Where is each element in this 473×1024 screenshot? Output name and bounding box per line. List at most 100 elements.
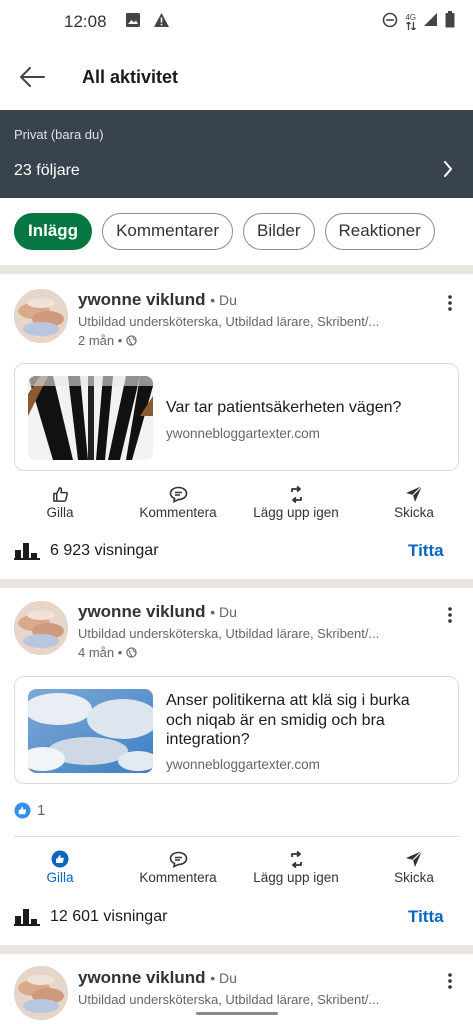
author-name[interactable]: ywonne viklund (78, 290, 206, 309)
back-button[interactable] (0, 44, 64, 110)
article-thumbnail (28, 376, 153, 460)
filter-comments[interactable]: Kommentarer (102, 212, 234, 250)
followers-banner[interactable]: Privat (bara du) 23 följare (0, 110, 473, 198)
comment-icon (169, 483, 188, 505)
author-headline: Utbildad undersköterska, Utbildad lärare… (78, 626, 380, 641)
section-divider (0, 579, 473, 588)
article-link-card[interactable]: Anser politikerna att klä sig i burka oc… (14, 676, 459, 784)
network-type-label: 4G (405, 13, 416, 22)
analytics-icon (14, 909, 40, 926)
gallery-notification-icon (125, 12, 141, 33)
reaction-count: 1 (37, 802, 46, 819)
post-action-bar: Gilla Kommentera Lägg upp igen Skicka (0, 479, 473, 531)
send-label: Skicka (394, 505, 434, 520)
post-meta: 2 mån • (78, 333, 137, 348)
post-card: ywonne viklund • Du Utbildad undersköter… (0, 588, 473, 945)
author-name[interactable]: ywonne viklund (78, 968, 206, 987)
analytics-icon (14, 543, 40, 560)
connection-degree: • Du (210, 970, 237, 986)
post-card: ywonne viklund • Du Utbildad undersköter… (0, 274, 473, 579)
more-options-button[interactable] (440, 603, 460, 627)
section-divider (0, 945, 473, 954)
like-reaction-icon (14, 802, 31, 819)
like-button[interactable]: Gilla (38, 844, 82, 896)
more-vertical-icon (448, 295, 452, 311)
repost-icon (288, 483, 305, 505)
comment-button[interactable]: Kommentera (131, 844, 225, 896)
comment-icon (169, 848, 188, 870)
like-label: Gilla (46, 870, 74, 885)
avatar[interactable] (14, 601, 68, 655)
repost-label: Lägg upp igen (253, 505, 339, 520)
repost-icon (288, 848, 305, 870)
article-thumbnail (28, 689, 153, 773)
view-analytics-link[interactable]: Titta (408, 907, 444, 927)
send-label: Skicka (394, 870, 434, 885)
repost-button[interactable]: Lägg upp igen (250, 844, 342, 896)
send-icon (405, 483, 423, 505)
warning-icon (153, 12, 170, 33)
post-views: 6 923 visningar (14, 541, 159, 560)
globe-icon (126, 335, 137, 346)
views-count: 12 601 visningar (50, 907, 168, 925)
battery-icon (445, 11, 455, 33)
author-headline: Utbildad undersköterska, Utbildad lärare… (78, 992, 380, 1007)
status-time: 12:08 (64, 12, 107, 31)
section-divider (0, 265, 473, 274)
repost-label: Lägg upp igen (253, 870, 339, 885)
author-line: ywonne viklund • Du (78, 602, 237, 622)
status-bar: 12:08 4G (0, 0, 473, 44)
repost-button[interactable]: Lägg upp igen (250, 479, 342, 531)
comment-label: Kommentera (139, 505, 217, 520)
post-time: 4 mån • (78, 645, 123, 660)
post-action-bar: Gilla Kommentera Lägg upp igen Skicka (0, 844, 473, 896)
back-arrow-icon (20, 67, 45, 87)
post-time: 2 mån • (78, 333, 123, 348)
views-count: 6 923 visningar (50, 541, 159, 559)
page-title: All aktivitet (82, 66, 179, 87)
globe-icon (126, 647, 137, 658)
thumbs-up-filled-icon (51, 848, 69, 870)
author-headline: Utbildad undersköterska, Utbildad lärare… (78, 314, 380, 329)
like-label: Gilla (46, 505, 74, 520)
send-icon (405, 848, 423, 870)
app-header: All aktivitet (0, 44, 473, 110)
send-button[interactable]: Skicka (386, 844, 442, 896)
article-domain: ywonnebloggartexter.com (166, 757, 320, 772)
post-meta: 4 mån • (78, 645, 137, 660)
comment-label: Kommentera (139, 870, 217, 885)
comment-button[interactable]: Kommentera (131, 479, 225, 531)
post-views: 12 601 visningar (14, 907, 167, 926)
more-options-button[interactable] (440, 969, 460, 993)
more-vertical-icon (448, 607, 452, 623)
home-indicator[interactable] (196, 1012, 278, 1015)
more-options-button[interactable] (440, 291, 460, 315)
divider-line (14, 836, 459, 837)
mobile-data-icon: 4G (405, 14, 416, 30)
author-line: ywonne viklund • Du (78, 968, 237, 988)
privacy-note: Privat (bara du) (14, 127, 104, 142)
more-vertical-icon (448, 973, 452, 989)
chevron-right-icon (443, 161, 453, 182)
avatar[interactable] (14, 966, 68, 1020)
filter-tabs: Inlägg Kommentarer Bilder Reaktioner (0, 198, 473, 264)
author-line: ywonne viklund • Du (78, 290, 237, 310)
author-name[interactable]: ywonne viklund (78, 602, 206, 621)
filter-reactions[interactable]: Reaktioner (324, 212, 435, 250)
article-title: Anser politikerna att klä sig i burka oc… (166, 692, 410, 748)
do-not-disturb-icon (382, 12, 398, 33)
followers-count: 23 följare (14, 162, 80, 179)
view-analytics-link[interactable]: Titta (408, 541, 444, 561)
article-domain: ywonnebloggartexter.com (166, 426, 320, 441)
filter-images[interactable]: Bilder (243, 212, 315, 250)
like-button[interactable]: Gilla (38, 479, 82, 531)
connection-degree: • Du (210, 604, 237, 620)
avatar[interactable] (14, 289, 68, 343)
article-link-card[interactable]: Var tar patientsäkerheten vägen? ywonneb… (14, 363, 459, 471)
article-title: Var tar patientsäkerheten vägen? (166, 399, 402, 416)
filter-posts[interactable]: Inlägg (14, 212, 93, 250)
reactions-summary[interactable]: 1 (14, 802, 45, 819)
send-button[interactable]: Skicka (386, 479, 442, 531)
signal-icon (423, 12, 438, 32)
thumbs-up-icon (52, 483, 69, 505)
